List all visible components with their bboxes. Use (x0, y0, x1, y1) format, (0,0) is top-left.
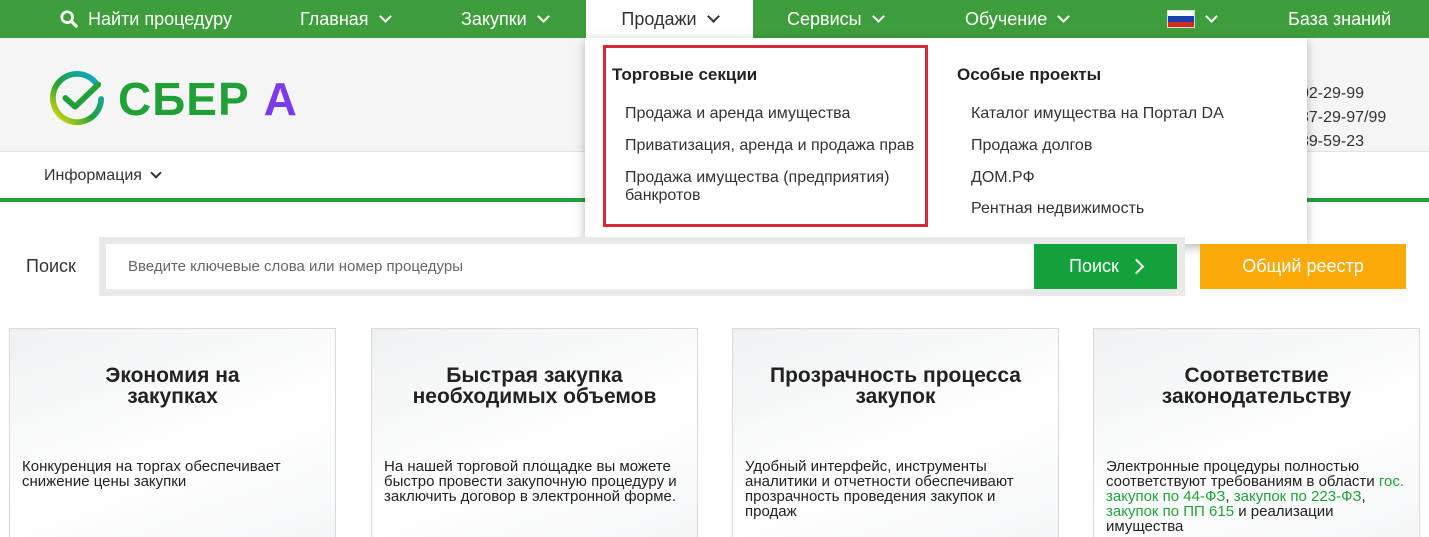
search-button[interactable]: Поиск (1034, 244, 1177, 289)
info-menu[interactable]: Информация (44, 152, 162, 199)
card-text-start: Электронные процедуры полностью соответс… (1106, 458, 1375, 490)
card-text: На нашей торговой площадке вы можете быс… (384, 458, 677, 505)
card-title: Соответствие законодательству (1161, 364, 1352, 408)
phone-number: 37-29-97/99 (1300, 109, 1387, 126)
chevron-down-icon (378, 10, 392, 23)
feature-card: Прозрачность процесса закупок Удобный ин… (732, 328, 1059, 537)
feature-card: Соответствие законодательству Электронны… (1093, 328, 1420, 537)
chevron-down-icon (871, 10, 885, 23)
nav-sales-label: Продажи (621, 8, 697, 29)
phone-number: 02-29-99 (1300, 85, 1365, 102)
special-projects-title: Особые проекты (957, 65, 1102, 84)
phone-numbers: 02-29-99 37-29-97/99 39-59-23 (1300, 82, 1386, 154)
card-title: Экономия на закупках (105, 364, 240, 408)
menu-item-property-sale-rent[interactable]: Продажа и аренда имущества (625, 105, 850, 123)
card-text: Электронные процедуры полностью соответс… (1106, 459, 1406, 534)
nav-main-label: Главная (300, 8, 369, 29)
knowledge-base-link[interactable]: База знаний (1288, 0, 1391, 38)
search-icon (60, 10, 78, 28)
menu-item-bankrupt-property[interactable]: Продажа имущества (предприятия) банкрото… (625, 169, 910, 205)
knowledge-base-label: База знаний (1288, 8, 1392, 29)
menu-item-privatization[interactable]: Приватизация, аренда и продажа прав (625, 137, 914, 155)
top-navigation: Найти процедуру Главная Закупки Продажи … (0, 0, 1429, 38)
menu-item-dom-rf[interactable]: ДОМ.РФ (971, 169, 1035, 187)
logo-text: СБЕР (118, 73, 250, 125)
find-procedure-link[interactable]: Найти процедуру (60, 0, 232, 38)
separator: , (1361, 488, 1366, 505)
sber-a-logo[interactable]: СБЕР А (48, 70, 297, 128)
nav-sales[interactable]: Продажи (586, 0, 753, 38)
search-button-label: Поиск (1069, 256, 1119, 276)
menu-item-rental-realty[interactable]: Рентная недвижимость (971, 200, 1144, 218)
card-text: Удобный интерфейс, инструменты аналитики… (745, 458, 1014, 520)
logo-suffix: А (263, 73, 297, 125)
chevron-right-icon (1128, 258, 1145, 275)
general-registry-button[interactable]: Общий реестр (1200, 244, 1406, 289)
nav-training[interactable]: Обучение (965, 0, 1071, 38)
search-label: Поиск (26, 256, 76, 276)
chevron-down-icon (150, 167, 162, 179)
nav-services[interactable]: Сервисы (787, 0, 885, 38)
chevron-down-icon (1057, 10, 1071, 23)
menu-item-property-catalog[interactable]: Каталог имущества на Портал DA (971, 105, 1224, 123)
card-text: Конкуренция на торгах обеспечивает сниже… (22, 458, 281, 490)
find-procedure-label: Найти процедуру (88, 8, 232, 29)
nav-purchases-label: Закупки (461, 8, 527, 29)
sber-logo-icon (49, 71, 105, 126)
chevron-down-icon (536, 10, 550, 23)
language-selector[interactable] (1167, 0, 1218, 38)
card-title: Быстрая закупка необходимых объемов (412, 364, 657, 408)
search-input[interactable] (106, 244, 1034, 289)
card-title: Прозрачность процесса закупок (770, 364, 1021, 408)
nav-training-label: Обучение (965, 8, 1048, 29)
sales-dropdown-menu: Торговые секции Продажа и аренда имущест… (585, 38, 1307, 244)
chevron-down-icon (1205, 10, 1218, 23)
nav-services-label: Сервисы (787, 8, 862, 29)
feature-card: Экономия на закупках Конкуренция на торг… (9, 328, 336, 537)
nav-purchases[interactable]: Закупки (461, 0, 550, 38)
trade-sections-title: Торговые секции (612, 65, 758, 84)
chevron-down-icon (706, 10, 720, 23)
russian-flag-icon (1167, 10, 1195, 28)
info-menu-label: Информация (44, 166, 142, 184)
nav-main[interactable]: Главная (300, 0, 392, 38)
menu-item-debt-sale[interactable]: Продажа долгов (971, 137, 1092, 155)
feature-card: Быстрая закупка необходимых объемов На н… (371, 328, 698, 537)
